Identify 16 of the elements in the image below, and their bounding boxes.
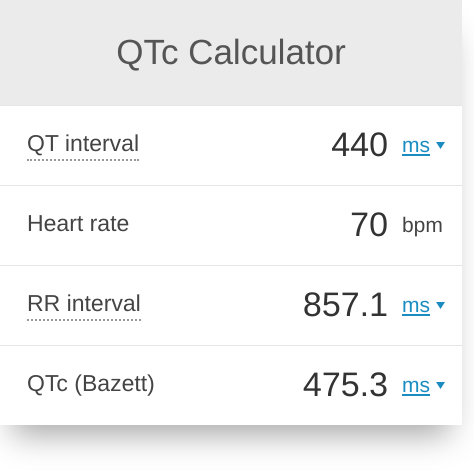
number-field[interactable]: 475.3 <box>302 366 388 405</box>
caret-icon <box>436 302 445 309</box>
number-field[interactable]: 857.1 <box>302 286 388 325</box>
unit-label: bpm <box>402 214 444 238</box>
number-field[interactable]: 440 <box>331 126 388 165</box>
unit-dropdown[interactable]: ms <box>402 134 458 158</box>
unit-dropdown[interactable]: ms <box>402 374 458 398</box>
field-label: RR interval <box>27 290 141 321</box>
caret-icon <box>436 382 445 389</box>
caret-icon <box>436 142 445 149</box>
unit-dropdown[interactable]: ms <box>402 294 458 318</box>
field-label: Heart rate <box>27 210 130 238</box>
field-label: QT interval <box>27 130 140 161</box>
field-label: QTc (Bazett) <box>27 370 155 398</box>
calculator-title: QTc Calculator <box>116 32 346 72</box>
number-field[interactable]: 70 <box>350 206 388 245</box>
